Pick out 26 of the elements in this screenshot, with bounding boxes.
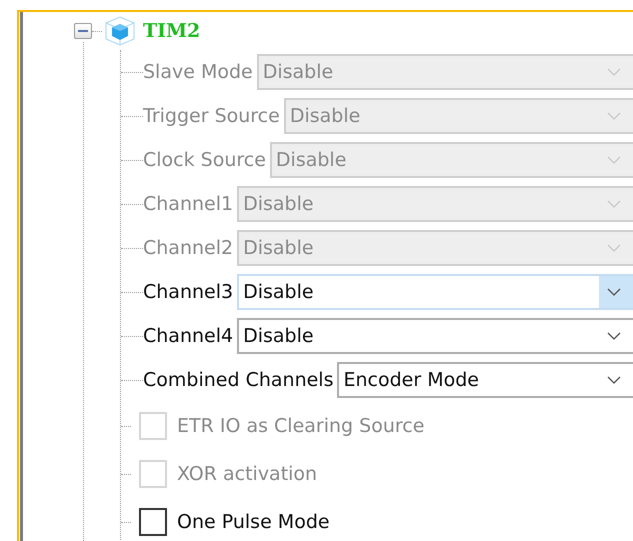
field-label: Channel2 xyxy=(143,237,234,259)
checkbox-label: XOR activation xyxy=(177,463,318,485)
field-label: Trigger Source xyxy=(143,105,280,127)
collapse-toggle-icon[interactable] xyxy=(74,23,92,39)
chevron-down-icon xyxy=(607,200,621,208)
field-label: Combined Channels xyxy=(143,369,334,391)
chevron-down-icon xyxy=(607,376,621,384)
checkbox-label: ETR IO as Clearing Source xyxy=(177,415,424,437)
field-label: Channel3 xyxy=(143,281,234,303)
dropdown[interactable]: Disable xyxy=(237,318,633,354)
cube-icon xyxy=(103,16,137,46)
field-label: Slave Mode xyxy=(143,61,253,83)
chevron-down-icon xyxy=(607,112,621,120)
dropdown[interactable]: Encoder Mode xyxy=(337,362,633,398)
chevron-down-icon xyxy=(607,68,621,76)
chevron-down-icon xyxy=(607,156,621,164)
field-label: Channel1 xyxy=(143,193,234,215)
checkbox-label: One Pulse Mode xyxy=(177,511,330,533)
field-label: Channel4 xyxy=(143,325,234,347)
field-label: Clock Source xyxy=(143,149,266,171)
chevron-down-icon xyxy=(607,332,621,340)
node-title[interactable]: TIM2 xyxy=(143,20,200,42)
checkbox[interactable] xyxy=(139,508,167,536)
chevron-down-icon xyxy=(607,244,621,252)
dropdown[interactable]: Disable xyxy=(237,274,633,310)
chevron-down-icon xyxy=(607,288,621,296)
